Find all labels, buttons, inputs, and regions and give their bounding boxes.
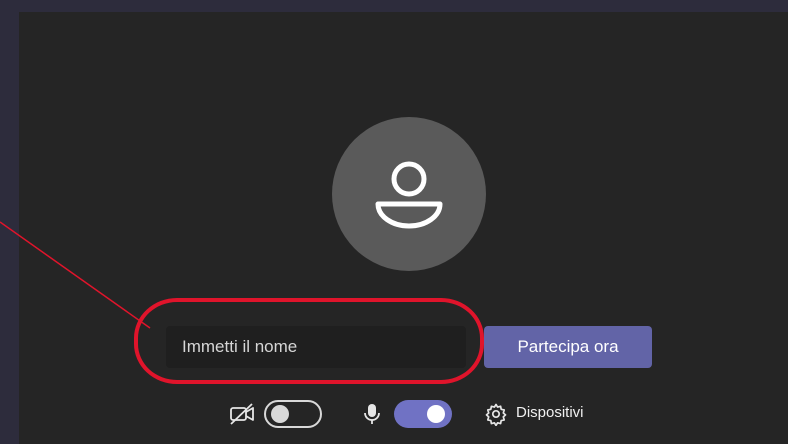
toggle-knob [271, 405, 289, 423]
camera-toggle[interactable] [264, 400, 322, 428]
microphone-toggle[interactable] [394, 400, 452, 428]
join-now-button[interactable]: Partecipa ora [484, 326, 652, 368]
toggle-knob [427, 405, 445, 423]
camera-off-icon[interactable] [228, 402, 256, 426]
gear-icon[interactable] [484, 402, 508, 426]
devices-button[interactable]: Dispositivi [516, 404, 584, 421]
microphone-icon[interactable] [362, 402, 382, 426]
name-input[interactable] [166, 326, 466, 368]
avatar [332, 117, 486, 271]
person-icon [375, 161, 443, 229]
meeting-prejoin-screen: Partecipa ora [0, 0, 788, 444]
